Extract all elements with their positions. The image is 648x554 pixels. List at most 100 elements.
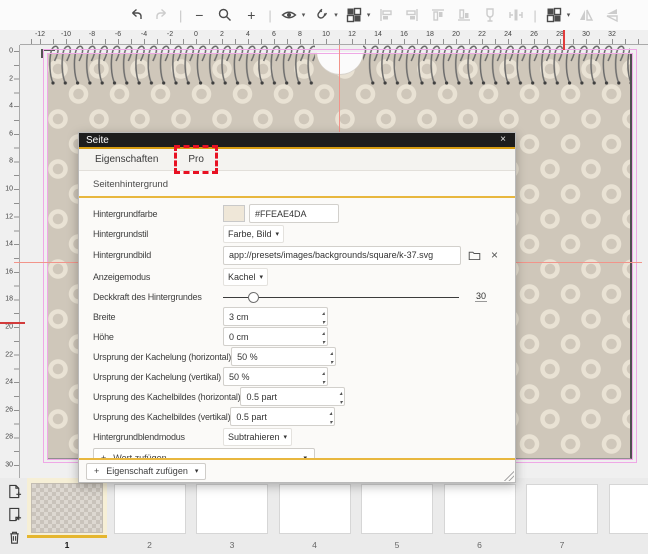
thumbnail-cell[interactable] — [605, 478, 648, 554]
field-display-mode: Anzeigemodus Kachel — [93, 267, 501, 286]
thumbnail-cell[interactable]: 5 — [357, 478, 437, 554]
page-thumbnail[interactable] — [444, 484, 516, 534]
thumbnail-cell[interactable]: 2 — [110, 478, 190, 554]
align-right-icon — [404, 7, 420, 23]
tab-pro[interactable]: Pro — [186, 152, 206, 167]
page-thumbnail[interactable] — [609, 484, 648, 534]
pages-grid-button[interactable] — [342, 3, 366, 27]
ruler-label: 24 — [504, 31, 512, 38]
ruler-label: -2 — [167, 31, 173, 38]
ruler-label: 14 — [374, 31, 382, 38]
folder-icon — [468, 249, 481, 262]
grid-view-button[interactable] — [542, 3, 566, 27]
opacity-value[interactable]: 30 — [475, 291, 487, 302]
dialog-titlebar[interactable]: Seite × — [79, 133, 515, 149]
ruler-label: -12 — [35, 31, 45, 38]
flip-horizontal-button[interactable] — [574, 3, 598, 27]
stepper-buttons[interactable] — [329, 408, 332, 426]
toolbar-separator: | — [268, 8, 271, 23]
page-thumbnail[interactable] — [114, 484, 186, 534]
display-mode-dropdown[interactable]: Kachel — [223, 268, 268, 286]
thumbnail-cell[interactable]: 4 — [275, 478, 355, 554]
chevron-down-icon[interactable]: ▾ — [567, 11, 571, 19]
page-thumbnail[interactable] — [526, 484, 598, 534]
spinner-input[interactable]: 50 % — [223, 367, 328, 386]
pin-button[interactable] — [478, 3, 502, 27]
background-style-dropdown[interactable]: Farbe, Bild — [223, 225, 284, 243]
zoom-out-button[interactable]: − — [187, 3, 211, 27]
spinner-input[interactable]: 50 % — [231, 347, 336, 366]
tab-eigenschaften[interactable]: Eigenschaften — [93, 152, 160, 167]
blend-mode-dropdown[interactable]: Subtrahieren — [223, 428, 292, 446]
chevron-down-icon[interactable]: ▾ — [334, 11, 338, 19]
spinner-input[interactable]: 3 cm — [223, 307, 328, 326]
close-button[interactable]: × — [498, 135, 508, 145]
distribute-button[interactable] — [504, 3, 528, 27]
chevron-down-icon[interactable]: ▾ — [367, 11, 371, 19]
add-property-button[interactable]: + Eigenschaft zufügen — [86, 463, 206, 480]
step-up-icon — [322, 368, 325, 377]
spinner-input[interactable]: 0.5 part — [230, 407, 335, 426]
step-up-icon — [322, 328, 325, 337]
stepper-buttons[interactable] — [322, 368, 325, 386]
zoom-in-button[interactable]: + — [239, 3, 263, 27]
stepper-buttons[interactable] — [322, 308, 325, 326]
align-left-button[interactable] — [374, 3, 398, 27]
background-color-input[interactable] — [249, 204, 339, 223]
stepper-buttons[interactable] — [339, 388, 342, 406]
spinner-rows: Breite 3 cm Höhe 0 cm Ursprung der Kache… — [93, 307, 501, 426]
page-thumbnail[interactable] — [31, 483, 103, 533]
page-thumbnail[interactable] — [361, 484, 433, 534]
step-down-icon — [330, 357, 333, 366]
align-bottom-button[interactable] — [452, 3, 476, 27]
add-page-button[interactable] — [6, 484, 22, 500]
close-icon: × — [500, 134, 506, 145]
thumbnail-cell[interactable]: 3 — [192, 478, 272, 554]
ruler-label: 2 — [9, 75, 13, 82]
page-thumbnail[interactable] — [196, 484, 268, 534]
duplicate-page-icon — [7, 507, 22, 522]
color-swatch[interactable] — [223, 205, 245, 222]
opacity-slider[interactable] — [223, 291, 459, 303]
undo-button[interactable] — [124, 3, 148, 27]
toolbar-separator: | — [179, 8, 182, 23]
field-spinner: Ursprung der Kachelung (horizontal) 50 % — [93, 347, 501, 366]
resize-grip[interactable] — [504, 471, 514, 481]
spinner-input[interactable]: 0.5 part — [240, 387, 345, 406]
flip-vertical-button[interactable] — [600, 3, 624, 27]
visibility-button[interactable] — [277, 3, 301, 27]
ruler-label: 0 — [9, 48, 13, 55]
field-opacity: Deckkraft des Hintergrundes 30 — [93, 287, 501, 306]
ruler-label: 4 — [9, 103, 13, 110]
duplicate-page-button[interactable] — [6, 507, 22, 523]
pin-icon — [482, 7, 498, 23]
page-number: 7 — [522, 540, 602, 550]
zoom-button[interactable] — [213, 3, 237, 27]
delete-page-button[interactable] — [6, 530, 22, 546]
stepper-buttons[interactable] — [330, 348, 333, 366]
flip-horizontal-icon — [578, 7, 594, 23]
align-bottom-icon — [456, 7, 472, 23]
align-right-button[interactable] — [400, 3, 424, 27]
ruler-label: -8 — [89, 31, 95, 38]
thumbnail-cell[interactable]: 6 — [440, 478, 520, 554]
snap-button[interactable] — [309, 3, 333, 27]
page-number: 4 — [275, 540, 355, 550]
step-up-icon — [329, 408, 332, 417]
page-thumbnail[interactable] — [279, 484, 351, 534]
ruler-cursor-horizontal — [563, 30, 565, 50]
thumbnail-cell[interactable]: 7 — [522, 478, 602, 554]
slider-handle[interactable] — [248, 292, 259, 303]
align-top-button[interactable] — [426, 3, 450, 27]
redo-button[interactable] — [150, 3, 174, 27]
thumbnail-cell[interactable]: 1 — [27, 478, 107, 554]
spinner-input[interactable]: 0 cm — [223, 327, 328, 346]
clear-image-button[interactable]: × — [488, 248, 501, 262]
background-image-input[interactable] — [223, 246, 461, 265]
chevron-down-icon[interactable]: ▾ — [302, 11, 306, 19]
browse-file-button[interactable] — [465, 249, 484, 262]
pages-grid-icon — [346, 7, 362, 23]
ruler-label: -4 — [141, 31, 147, 38]
ruler-label: 8 — [9, 158, 13, 165]
stepper-buttons[interactable] — [322, 328, 325, 346]
